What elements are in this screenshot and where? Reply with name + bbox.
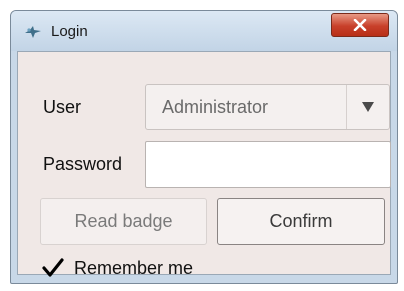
user-select-divider — [346, 85, 347, 129]
user-label: User — [43, 97, 82, 117]
login-window: Login User Administrator Password Read b… — [10, 10, 398, 284]
close-button[interactable] — [331, 13, 389, 37]
close-icon — [353, 19, 367, 31]
app-icon — [25, 26, 41, 38]
dropdown-arrow-icon[interactable] — [361, 101, 375, 113]
window-title: Login — [51, 23, 88, 40]
title-bar[interactable]: Login — [11, 11, 397, 51]
confirm-button[interactable]: Confirm — [217, 198, 385, 245]
user-select[interactable]: Administrator — [145, 84, 390, 130]
read-badge-button[interactable]: Read badge — [40, 198, 207, 245]
remember-me-label: Remember me — [74, 257, 194, 278]
password-label: Password — [43, 154, 123, 174]
password-input[interactable] — [145, 141, 391, 188]
login-form: User Administrator Password Read badge C… — [17, 51, 391, 278]
user-select-value: Administrator — [162, 97, 269, 117]
checkmark-icon[interactable] — [42, 258, 64, 278]
remember-me-checkbox[interactable]: Remember me — [42, 255, 193, 281]
